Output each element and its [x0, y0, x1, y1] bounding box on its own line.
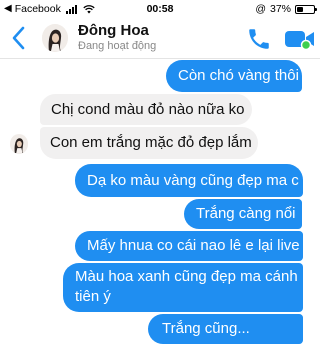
- message-bubble-outgoing[interactable]: Màu hoa xanh cũng đẹp ma cánh tiên ý: [63, 263, 303, 312]
- status-bar-right: @ 37%: [255, 3, 317, 15]
- battery-icon: [295, 4, 317, 14]
- message-bubble-incoming[interactable]: Chị cond màu đỏ nào nữa ko: [40, 94, 252, 125]
- message-bubble-incoming[interactable]: Con em trắng mặc đỏ đẹp lắm: [40, 127, 258, 159]
- message-text: Mấy hnua co cái nao lê e lại live: [87, 237, 300, 254]
- message-text-line-2: tiên ý: [75, 288, 111, 305]
- message-bubble-outgoing[interactable]: Trắng cũng...: [148, 314, 303, 344]
- orientation-lock-icon: @: [255, 3, 266, 15]
- message-text: Con em trắng mặc đỏ đẹp lắm: [50, 134, 252, 151]
- video-call-icon[interactable]: [284, 28, 318, 50]
- message-text: Chị cond màu đỏ nào nữa ko: [51, 101, 245, 118]
- message-text: Còn chó vàng thôi: [178, 67, 299, 84]
- active-status: Đang hoạt động: [78, 40, 157, 52]
- contact-avatar[interactable]: [42, 24, 68, 52]
- contact-avatar-small: [10, 134, 28, 154]
- back-chevron-icon[interactable]: [8, 24, 30, 52]
- message-text: Màu hoa xanh cũng đẹp ma cánh: [75, 268, 298, 285]
- conversation-header: Đông Hoa Đang hoạt động: [0, 18, 320, 59]
- message-text: Dạ ko màu vàng cũng đẹp ma c: [87, 172, 299, 189]
- message-text: Trắng càng nổi: [196, 205, 296, 222]
- message-bubble-outgoing[interactable]: Còn chó vàng thôi: [166, 60, 302, 92]
- message-bubble-outgoing[interactable]: Trắng càng nổi: [184, 199, 302, 229]
- contact-name: Đông Hoa: [78, 22, 149, 39]
- message-bubble-outgoing[interactable]: Dạ ko màu vàng cũng đẹp ma c: [75, 164, 303, 197]
- phone-icon[interactable]: [246, 26, 272, 52]
- battery-level: [297, 6, 303, 12]
- battery-percent: 37%: [269, 3, 291, 15]
- message-text: Trắng cũng...: [162, 320, 250, 337]
- message-bubble-outgoing[interactable]: Mấy hnua co cái nao lê e lại live: [75, 231, 303, 261]
- avatar-photo: [10, 134, 28, 154]
- avatar-photo: [42, 24, 68, 52]
- status-bar: ◀ Facebook 00:58 @ 37%: [0, 0, 320, 18]
